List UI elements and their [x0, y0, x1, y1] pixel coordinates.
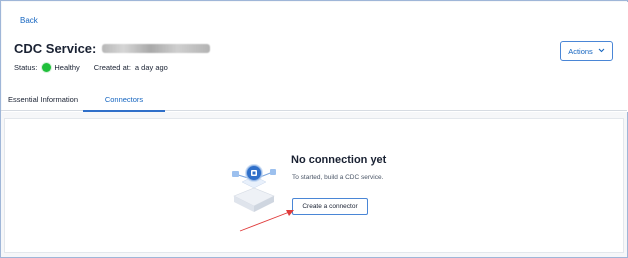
- back-link[interactable]: Back: [20, 16, 38, 25]
- page-title: CDC Service:: [14, 41, 97, 56]
- actions-label: Actions: [568, 46, 593, 56]
- created-label: Created at:: [93, 63, 131, 72]
- status-value: Healthy: [54, 63, 80, 72]
- redacted-service-name: [102, 44, 211, 53]
- status-healthy-icon: [42, 63, 52, 72]
- title-row: CDC Service:: [14, 41, 211, 56]
- create-connector-button[interactable]: Create a connector: [292, 198, 368, 215]
- annotation-arrow-icon: [238, 206, 298, 234]
- connectors-content-panel: [4, 118, 624, 253]
- actions-button[interactable]: Actions: [560, 41, 613, 61]
- empty-state-subtitle: To started, build a CDC service.: [292, 174, 384, 181]
- status-label: Status:: [14, 63, 38, 72]
- chevron-down-icon: [598, 48, 605, 55]
- tab-connectors[interactable]: Connectors: [83, 88, 165, 112]
- status-row: Status: Healthy Created at: a day ago: [14, 63, 168, 72]
- tab-bar: Essential Information Connectors: [1, 88, 627, 112]
- created-value: a day ago: [134, 63, 168, 72]
- empty-state-title: No connection yet: [291, 154, 387, 166]
- tab-essential-information[interactable]: Essential Information: [7, 88, 79, 111]
